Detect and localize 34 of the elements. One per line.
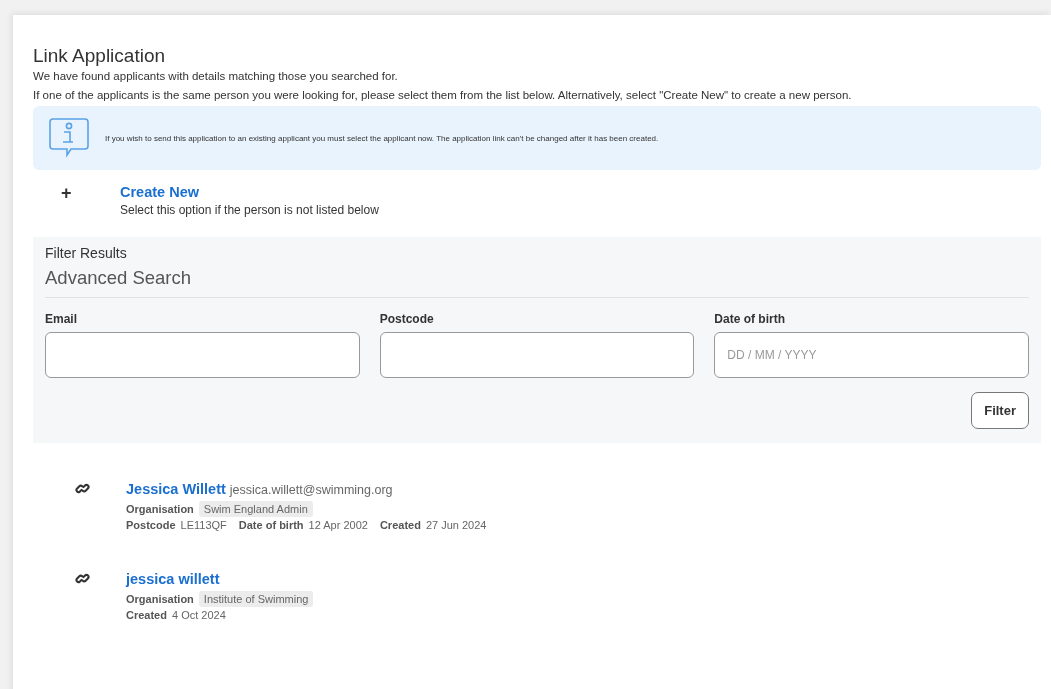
field-label: Date of birth — [714, 312, 786, 326]
filter-button[interactable]: Filter — [971, 392, 1029, 429]
input-field[interactable] — [45, 332, 360, 378]
field-label: Postcode — [379, 312, 435, 326]
detail-value: 12 Apr 2002 — [308, 519, 368, 531]
notice-text: If you wish to send this application to an existing applicant you must select the applicant now. The application link can't be changed after it has been created. — [105, 133, 659, 143]
detail-value: LE113QF — [180, 519, 227, 531]
create-new-hint: Select this option if the person is not listed below — [120, 203, 379, 217]
detail-label: Created — [126, 609, 167, 621]
create-new-link[interactable]: Create New — [120, 184, 379, 200]
organisation-tag: Institute of Swimming — [198, 591, 314, 607]
info-icon — [47, 116, 91, 160]
organisation-tag: Swim England Admin — [198, 501, 313, 517]
detail-value: 4 Oct 2024 — [171, 609, 226, 621]
applicant-name-link[interactable]: Jessica Willett — [126, 481, 226, 497]
link-icon[interactable] — [75, 481, 90, 496]
input-field[interactable] — [379, 332, 695, 378]
filter-heading: Filter Results — [45, 245, 128, 261]
detail-label: Date of birth — [238, 519, 304, 531]
detail-label: Organisation — [126, 503, 194, 515]
filter-title: Advanced Search — [45, 261, 1029, 298]
intro-text: We have found applicants with details matching those you searched for. — [33, 70, 399, 82]
detail-label: Created — [379, 519, 421, 531]
input-field[interactable]: DD / MM / YYYY — [714, 332, 1029, 378]
detail-label: Organisation — [126, 593, 194, 605]
link-icon[interactable] — [75, 571, 90, 586]
applicant-name-link[interactable]: jessica willett — [126, 571, 220, 587]
field-label: Email — [45, 312, 78, 326]
detail-label: Postcode — [126, 519, 176, 531]
detail-value: 27 Jun 2024 — [425, 519, 487, 531]
page-title: Link Application — [33, 45, 167, 67]
applicant-email: jessica.willett@swimming.org — [229, 483, 393, 497]
plus-icon[interactable]: + — [61, 184, 120, 217]
intro-text: If one of the applicants is the same person you were looking for, please select them from the list below. Alternatively, select "Create New" to create a new person. — [33, 89, 853, 101]
